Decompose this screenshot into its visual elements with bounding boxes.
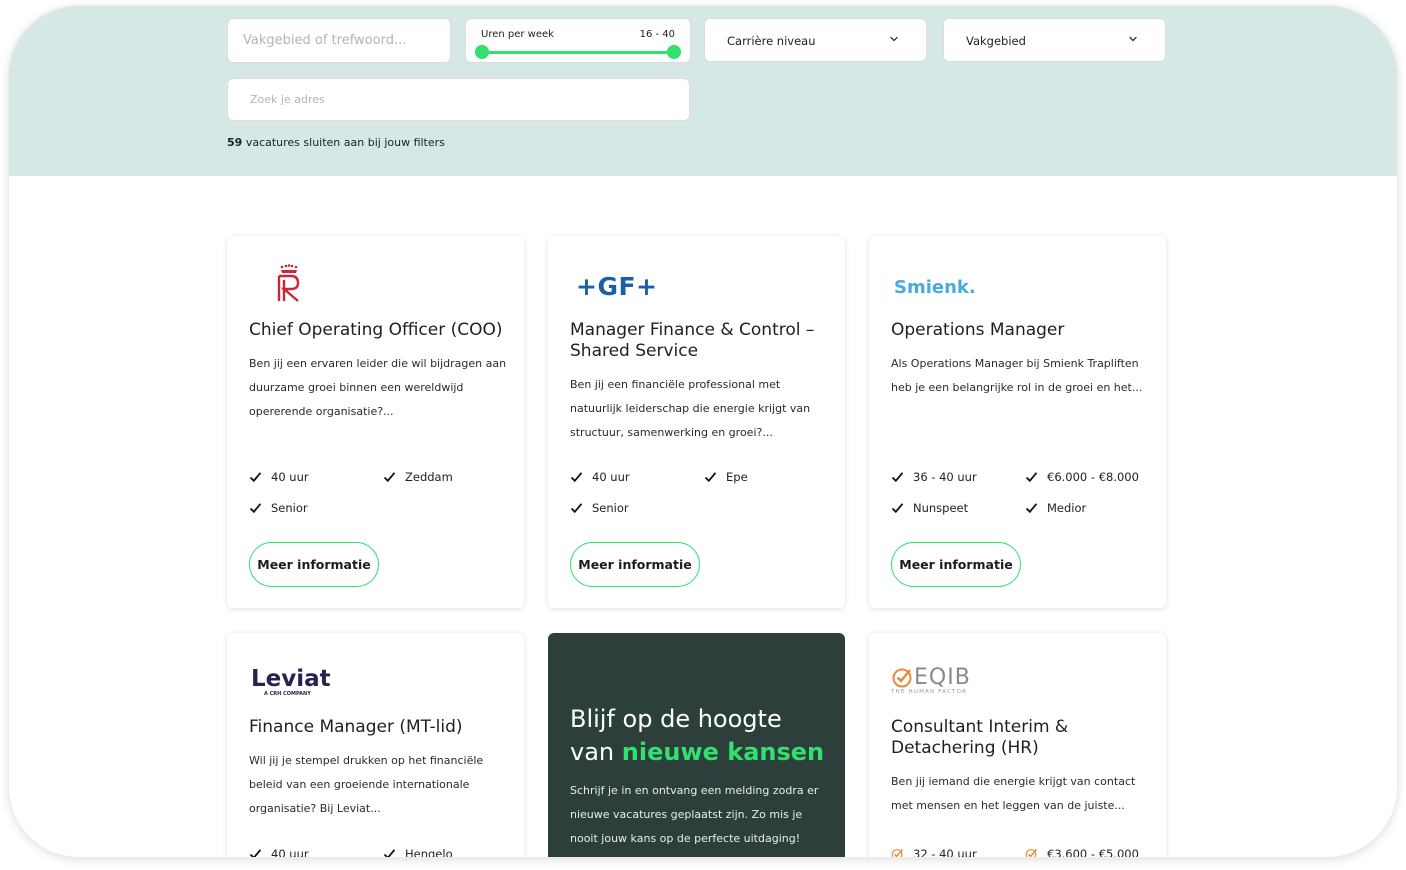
checkmark-icon (570, 472, 583, 483)
more-info-button[interactable]: Meer informatie (249, 542, 379, 587)
job-description: Wil jij je stempel drukken op het financ… (249, 754, 484, 815)
crown-r-logo-icon (277, 264, 300, 302)
chevron-down-icon (890, 36, 898, 42)
smienk-logo-text: Smienk. (894, 277, 976, 298)
company-logo: Leviat A CRH COMPANY (251, 667, 331, 713)
career-level-select[interactable]: Carrière niveau (704, 18, 927, 62)
promo-title: Blijf op de hoogte van nieuwe kansen (570, 705, 825, 766)
job-title: Chief Operating Officer (COO) (249, 320, 503, 340)
job-card: Leviat A CRH COMPANY Finance Manager (MT… (227, 633, 524, 857)
checkmark-icon (249, 849, 262, 857)
address-field[interactable] (227, 78, 690, 121)
page-frame: Uren per week 16 - 40 Carrière niveau Va… (9, 6, 1397, 857)
feature-item: Senior (249, 501, 308, 515)
address-input[interactable] (228, 79, 689, 120)
eqib-logo-text: EQIB (914, 665, 971, 690)
more-info-button[interactable]: Meer informatie (891, 542, 1021, 587)
job-title: Operations Manager (891, 320, 1065, 340)
career-level-label: Carrière niveau (727, 34, 816, 48)
newsletter-promo[interactable]: Blijf op de hoogte van nieuwe kansen Sch… (548, 633, 845, 857)
results-count-number: 59 (227, 136, 243, 149)
gf-logo-text: +GF+ (576, 272, 658, 301)
keyword-field[interactable] (227, 18, 451, 63)
promo-title-highlight: nieuwe kansen (621, 738, 825, 766)
checkmark-icon (249, 503, 262, 514)
feature-item: 36 - 40 uur (891, 470, 977, 484)
checkmark-icon (249, 472, 262, 483)
checkmark-icon (704, 472, 717, 483)
hours-range: 16 - 40 (639, 29, 675, 40)
feature-item: €3.600 - €5.000 (1025, 847, 1139, 857)
promo-description: Schrijf je in en ontvang een melding zod… (570, 784, 819, 845)
job-card: Chief Operating Officer (COO) Ben jij ee… (227, 236, 524, 608)
feature-item: €6.000 - €8.000 (1025, 470, 1139, 484)
job-description: Als Operations Manager bij Smienk Trapli… (891, 357, 1143, 394)
company-logo: Smienk. (894, 277, 976, 323)
job-title: Consultant Interim & Detachering (HR) (891, 717, 1069, 758)
job-title: Finance Manager (MT-lid) (249, 717, 463, 737)
hours-slider[interactable]: Uren per week 16 - 40 (465, 18, 691, 63)
orange-check-icon (1025, 849, 1038, 857)
checkmark-icon (1025, 472, 1038, 483)
job-title: Manager Finance & Control – Shared Servi… (570, 320, 815, 361)
feature-item: Nunspeet (891, 501, 968, 515)
results-count: 59 vacatures sluiten aan bij jouw filter… (227, 136, 445, 149)
eqib-check-logo-icon (892, 668, 912, 687)
filter-bar: Uren per week 16 - 40 Carrière niveau Va… (9, 6, 1397, 176)
feature-item: Epe (704, 470, 748, 484)
more-info-button[interactable]: Meer informatie (570, 542, 700, 587)
slider-track[interactable] (483, 51, 675, 54)
job-card: +GF+ Manager Finance & Control – Shared … (548, 236, 845, 608)
feature-item: Senior (570, 501, 629, 515)
leviat-logo-text: Leviat (251, 666, 331, 692)
keyword-input[interactable] (228, 19, 450, 62)
checkmark-icon (383, 849, 396, 857)
slider-handle-max[interactable] (667, 45, 681, 59)
results-count-text: vacatures sluiten aan bij jouw filters (245, 136, 445, 149)
feature-item: 40 uur (249, 470, 309, 484)
job-card: Smienk. Operations Manager Als Operation… (869, 236, 1166, 608)
job-description: Ben jij een financiële professional met … (570, 378, 811, 439)
hours-label: Uren per week (481, 29, 554, 40)
company-logo: +GF+ (576, 272, 658, 318)
eqib-logo-sub: THE HUMAN FACTOR (891, 689, 968, 695)
field-select[interactable]: Vakgebied (943, 18, 1166, 62)
feature-item: Medior (1025, 501, 1086, 515)
orange-check-icon (891, 849, 904, 857)
checkmark-icon (891, 503, 904, 514)
company-logo: EQIB THE HUMAN FACTOR (891, 665, 971, 711)
feature-item: Hengelo (383, 847, 453, 857)
job-description: Ben jij een ervaren leider die wil bijdr… (249, 357, 507, 418)
checkmark-icon (383, 472, 396, 483)
checkmark-icon (570, 503, 583, 514)
company-logo (273, 264, 305, 306)
checkmark-icon (1025, 503, 1038, 514)
job-card: EQIB THE HUMAN FACTOR Consultant Interim… (869, 633, 1166, 857)
checkmark-icon (891, 472, 904, 483)
feature-item: 40 uur (570, 470, 630, 484)
chevron-down-icon (1129, 36, 1137, 42)
feature-item: 40 uur (249, 847, 309, 857)
field-label: Vakgebied (966, 34, 1026, 48)
feature-item: Zeddam (383, 470, 453, 484)
job-description: Ben jij iemand die energie krijgt van co… (891, 775, 1136, 812)
slider-handle-min[interactable] (475, 45, 489, 59)
feature-item: 32 - 40 uur (891, 847, 977, 857)
